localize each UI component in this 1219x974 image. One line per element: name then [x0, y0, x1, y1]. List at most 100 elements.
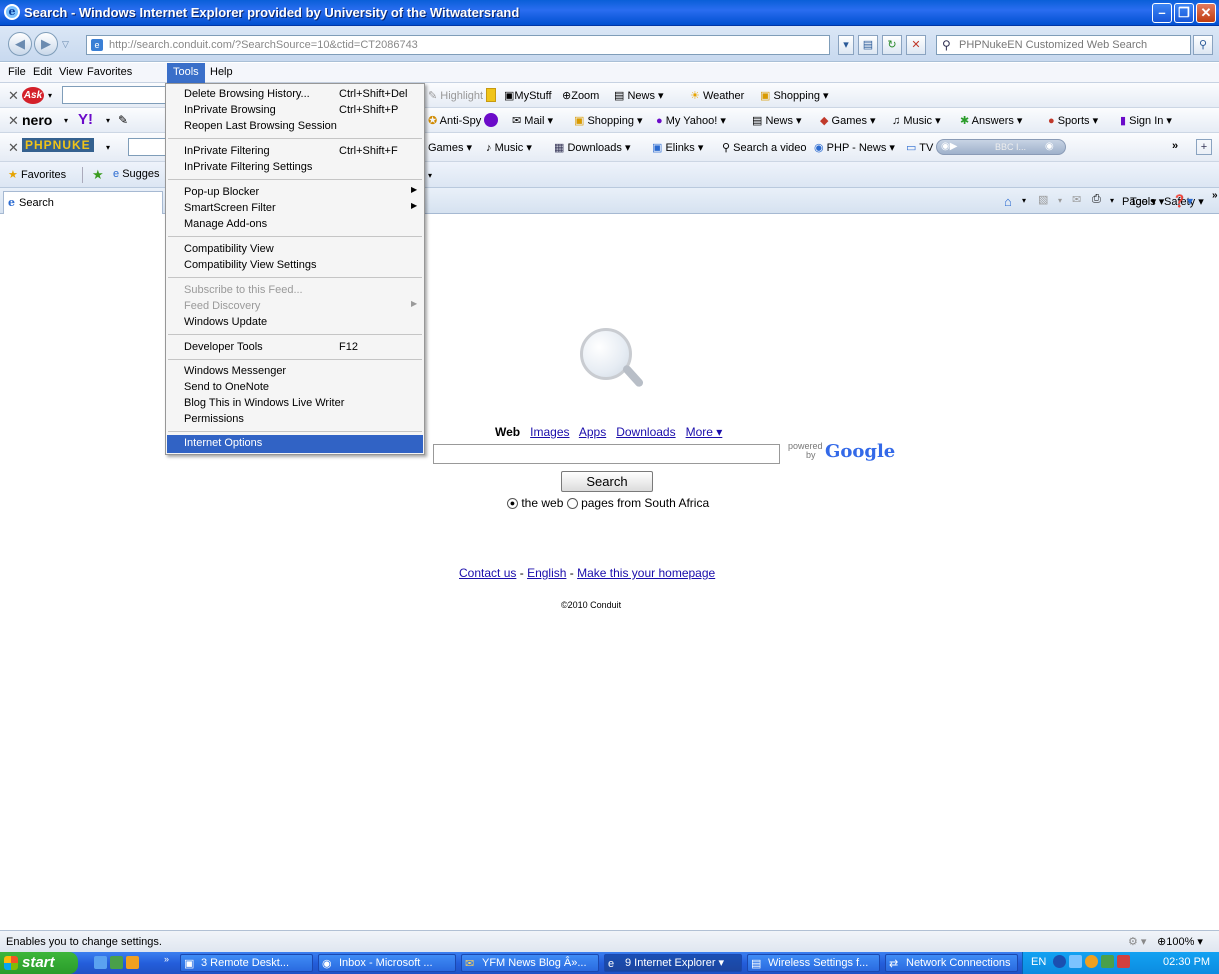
search-input[interactable] [433, 444, 780, 464]
nero-logo[interactable]: nero [22, 112, 52, 128]
zoom-control[interactable]: ⊕100% ▾ [1157, 935, 1203, 948]
close-button[interactable]: ✕ [1196, 3, 1216, 23]
address-bar[interactable]: e http://search.conduit.com/?SearchSourc… [86, 35, 830, 55]
menu-view[interactable]: View [59, 66, 83, 78]
sports-button[interactable]: ● Sports ▾ [1048, 114, 1098, 127]
ynews-button[interactable]: ▤ News ▾ [752, 114, 802, 127]
menu-item-blog-this[interactable]: Blog This in Windows Live Writer [167, 395, 423, 411]
title-bar[interactable]: e Search - Windows Internet Explorer pro… [0, 0, 1219, 26]
play-icon[interactable]: ◉▶ [941, 141, 957, 152]
close-toolbar-icon[interactable]: ✕ [8, 140, 19, 156]
menu-item-internet-options[interactable]: Internet Options [167, 435, 423, 453]
menu-item-popup-blocker[interactable]: Pop-up Blocker ▶ [167, 184, 423, 200]
myyahoo-button[interactable]: ● My Yahoo! ▾ [656, 114, 726, 127]
tray-security-icon[interactable] [1101, 955, 1115, 968]
menu-item-inprivate-browsing[interactable]: InPrivate Browsing Ctrl+Shift+P [167, 102, 423, 118]
highlight-button[interactable]: ✎ Highlight [428, 89, 483, 102]
answers-button[interactable]: ✱ Answers ▾ [960, 114, 1022, 127]
quicklaunch-browser-icon[interactable] [94, 956, 107, 969]
task-internet-explorer[interactable]: e9 Internet Explorer ▾ [604, 954, 742, 972]
feeds-dropdown-icon[interactable]: ▾ [1058, 196, 1062, 205]
task-remote-desktop[interactable]: ▣ 3 Remote Deskt... [180, 954, 313, 972]
home-dropdown-icon[interactable]: ▾ [1022, 196, 1026, 205]
menu-tools[interactable]: Tools [167, 63, 205, 83]
phpnuke-dropdown-icon[interactable]: ▾ [106, 143, 110, 152]
music-button[interactable]: ♫ Music ▾ [892, 114, 941, 127]
volume-icon[interactable]: ◉ [1045, 141, 1054, 152]
menu-edit[interactable]: Edit [33, 66, 52, 78]
yahoo-logo-icon[interactable]: Y! [78, 111, 93, 128]
menu-item-manage-addons[interactable]: Manage Add-ons [167, 216, 423, 232]
elinks-button[interactable]: ▣ Elinks ▾ [652, 141, 703, 154]
clock[interactable]: 02:30 PM [1163, 956, 1210, 968]
web-slice-dropdown-icon[interactable]: ▾ [428, 171, 432, 180]
php-news-button[interactable]: ◉ PHP - News ▾ [814, 141, 895, 154]
search-box[interactable]: ⚲ PHPNukeEN Customized Web Search [936, 35, 1191, 55]
back-button[interactable]: ◀ [8, 32, 32, 56]
task-yfm-news[interactable]: ✉ YFM News Blog Â»... [461, 954, 599, 972]
menu-item-compat-view-settings[interactable]: Compatibility View Settings [167, 257, 423, 273]
radio-player[interactable]: ◉▶ BBC I... ◉ [936, 139, 1066, 155]
zoom-button[interactable]: ⊕Zoom [562, 89, 599, 102]
menu-item-windows-messenger[interactable]: Windows Messenger [167, 363, 423, 379]
language-indicator[interactable]: EN [1031, 956, 1046, 968]
search-apps-link[interactable]: Apps [579, 425, 606, 439]
search-more-link[interactable]: More ▾ [686, 425, 723, 439]
radio-web[interactable]: ● [507, 498, 518, 510]
contact-link[interactable]: Contact us [459, 566, 516, 580]
tray-icons[interactable] [1053, 955, 1131, 968]
tray-alert-icon[interactable] [1117, 955, 1131, 968]
phpnuke-music-button[interactable]: ♪ Music ▾ [486, 141, 532, 154]
tray-app-icon[interactable] [1085, 955, 1099, 968]
downloads-button[interactable]: ▦ Downloads ▾ [554, 141, 630, 154]
search-button[interactable]: Search [561, 471, 653, 492]
refresh-icon[interactable]: ↻ [882, 35, 902, 55]
menu-item-reopen-session[interactable]: Reopen Last Browsing Session [167, 118, 423, 134]
menu-item-inprivate-filtering[interactable]: InPrivate Filtering Ctrl+Shift+F [167, 143, 423, 159]
recent-pages-dropdown[interactable]: ▽ [62, 39, 69, 50]
messenger-icon[interactable] [484, 113, 498, 127]
menu-item-developer-tools[interactable]: Developer Tools F12 [167, 339, 423, 355]
menu-item-smartscreen[interactable]: SmartScreen Filter ▶ [167, 200, 423, 216]
phpnuke-logo[interactable]: PHPNUKE [22, 138, 94, 152]
tray-network-icon[interactable] [1069, 955, 1083, 968]
command-overflow-icon[interactable]: » [1212, 190, 1218, 201]
phpnuke-search-input[interactable] [128, 138, 166, 156]
add-favorites-icon[interactable]: ★ [92, 167, 104, 183]
task-wireless-settings[interactable]: ▤ Wireless Settings f... [747, 954, 880, 972]
antispy-button[interactable]: ✪ Anti-Spy [428, 114, 481, 127]
home-icon[interactable]: ⌂ [1004, 194, 1012, 209]
menu-item-windows-update[interactable]: Windows Update [167, 314, 423, 330]
search-downloads-link[interactable]: Downloads [616, 425, 675, 439]
print-dropdown-icon[interactable]: ▾ [1110, 196, 1114, 205]
toolbar-overflow-icon[interactable]: » [1172, 140, 1178, 152]
menu-item-send-onenote[interactable]: Send to OneNote [167, 379, 423, 395]
forward-button[interactable]: ▶ [34, 32, 58, 56]
shopping-button[interactable]: ▣ Shopping ▾ [760, 89, 829, 102]
search-images-link[interactable]: Images [530, 425, 569, 439]
tab-search[interactable]: e Search [3, 191, 163, 214]
menu-item-compat-view[interactable]: Compatibility View [167, 241, 423, 257]
radio-local[interactable] [566, 498, 578, 510]
mystuff-button[interactable]: ▣MyStuff [504, 89, 552, 102]
menu-item-permissions[interactable]: Permissions [167, 411, 423, 427]
address-dropdown-button[interactable]: ▾ [838, 35, 854, 55]
quicklaunch-app-icon[interactable] [110, 956, 124, 969]
menu-item-inprivate-filtering-settings[interactable]: InPrivate Filtering Settings [167, 159, 423, 175]
help-icon[interactable]: ❓▾ [1172, 194, 1193, 208]
language-link[interactable]: English [527, 566, 566, 580]
yahoo-dropdown-icon[interactable]: ▾ [106, 116, 110, 125]
quicklaunch-media-icon[interactable] [126, 956, 140, 969]
nero-dropdown-icon[interactable]: ▾ [64, 116, 68, 125]
quicklaunch-icons[interactable] [94, 956, 140, 969]
print-icon[interactable]: ⎙ [1092, 193, 1101, 206]
tray-back-icon[interactable] [1053, 955, 1066, 968]
favorites-button[interactable]: ★ Favorites [8, 168, 66, 181]
signin-button[interactable]: ▮ Sign In ▾ [1120, 114, 1172, 127]
yshopping-button[interactable]: ▣ Shopping ▾ [574, 114, 643, 127]
minimize-button[interactable]: – [1152, 3, 1172, 23]
stop-icon[interactable]: ✕ [906, 35, 926, 55]
news-button[interactable]: ▤ News ▾ [614, 89, 664, 102]
search-video-button[interactable]: ⚲ Search a video [722, 141, 807, 154]
pencil-icon[interactable]: ✎ [118, 113, 128, 127]
